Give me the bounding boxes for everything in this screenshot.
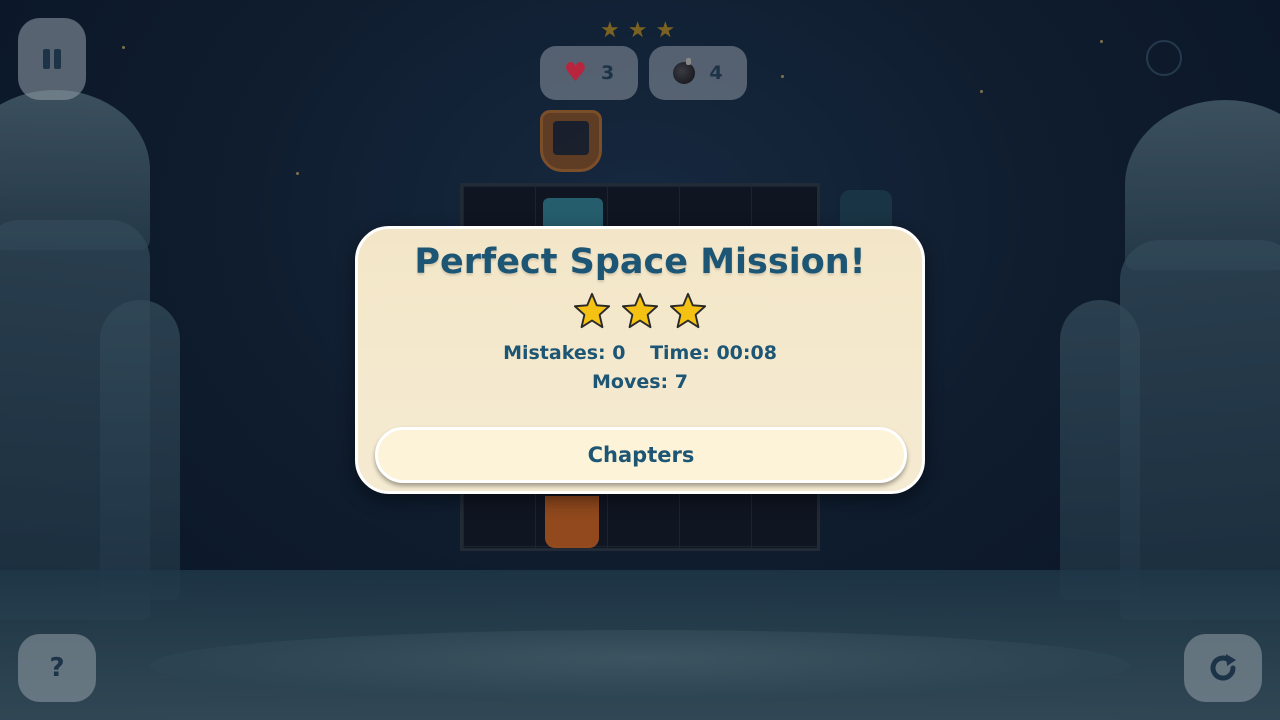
star-icon: [669, 292, 707, 329]
chapters-button[interactable]: Chapters: [375, 427, 907, 483]
board-block: [545, 496, 599, 548]
mistakes-stat: Mistakes: 0: [503, 342, 626, 364]
star-icon: [621, 292, 659, 329]
help-icon: ?: [49, 653, 65, 683]
heart-icon: ♥: [563, 58, 588, 88]
stats-row: Mistakes: 0 Time: 00:08: [358, 342, 922, 364]
lives-counter: ♥ 3: [540, 46, 638, 100]
bomb-icon: [673, 58, 696, 84]
result-stars: [358, 292, 922, 330]
moves-stat: Moves: 7: [592, 371, 688, 393]
lives-count: 3: [601, 62, 615, 84]
level-stars: ★ ★ ★: [600, 18, 675, 43]
pause-icon: [41, 49, 63, 69]
star-icon: ★: [655, 18, 676, 43]
star-icon: ★: [600, 18, 620, 43]
dialog-title: Perfect Space Mission!: [414, 242, 866, 282]
level-complete-dialog: Perfect Space Mission! Mistakes: 0 Time:…: [355, 226, 925, 494]
queued-piece: [540, 110, 602, 172]
bombs-counter: 4: [649, 46, 747, 100]
help-button[interactable]: ?: [18, 634, 96, 702]
star-icon: [573, 292, 611, 329]
pause-button[interactable]: [18, 18, 86, 100]
star-icon: ★: [627, 18, 648, 43]
bombs-count: 4: [709, 62, 723, 84]
time-stat: Time: 00:08: [650, 342, 777, 364]
restart-button[interactable]: [1184, 634, 1262, 702]
restart-icon: [1210, 654, 1236, 681]
